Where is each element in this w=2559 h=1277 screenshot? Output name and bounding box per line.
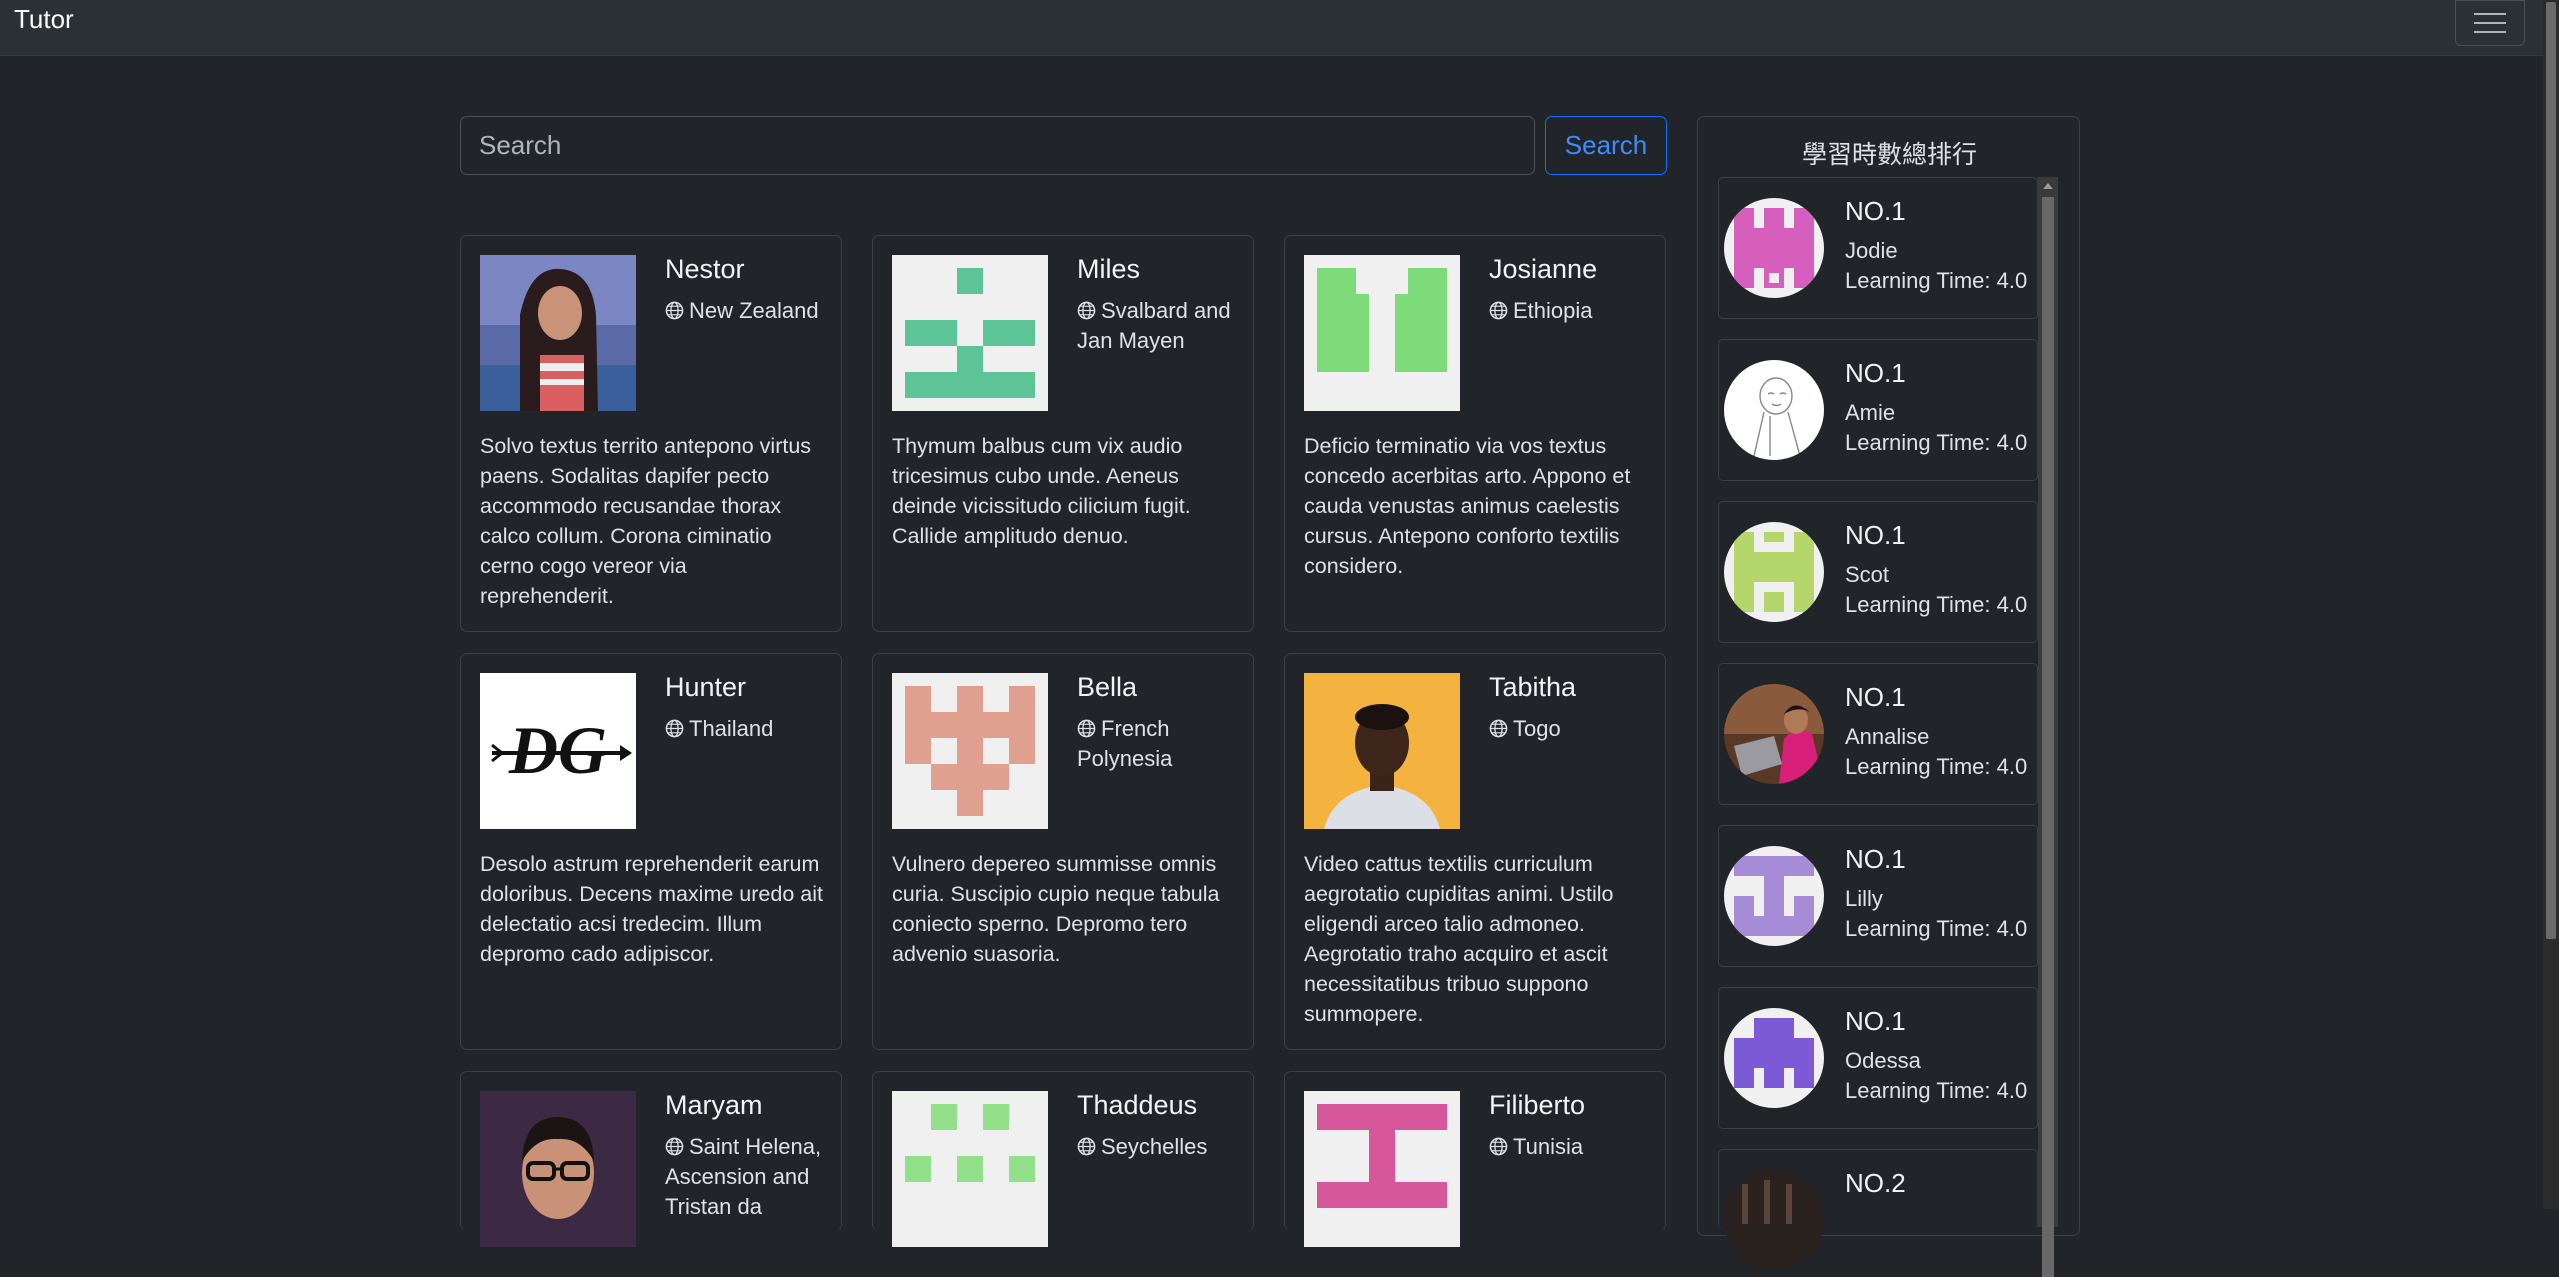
tutor-avatar xyxy=(892,1091,1048,1247)
search-input[interactable] xyxy=(460,116,1535,175)
tutor-country: French Polynesia xyxy=(1077,716,1173,771)
globe-icon xyxy=(665,1137,684,1156)
tutor-description: Deficio terminatio via vos textus conced… xyxy=(1304,434,1631,578)
tutor-card[interactable]: Filiberto Tunisia xyxy=(1284,1071,1666,1247)
tutor-name: Filiberto xyxy=(1489,1090,1586,1120)
tutor-avatar xyxy=(1304,1091,1460,1247)
ranking-avatar xyxy=(1724,684,1824,784)
ranking-name: Odessa xyxy=(1845,1048,1921,1073)
tutor-card[interactable]: Josianne Ethiopia Deficio terminatio via… xyxy=(1284,235,1666,632)
ranking-time: Learning Time: 4.0 xyxy=(1845,592,2028,617)
scroll-up-arrow-icon[interactable] xyxy=(2043,183,2053,189)
tutor-country: Ethiopia xyxy=(1489,296,1659,326)
hamburger-icon xyxy=(2474,13,2506,15)
ranking-title: 學習時數總排行 xyxy=(1801,141,1977,169)
page-scrollbar[interactable] xyxy=(2543,0,2559,1209)
ranking-scrollbar[interactable] xyxy=(2038,177,2058,1277)
ranking-avatar xyxy=(1724,846,1824,946)
ranking-avatar xyxy=(1724,1008,1824,1108)
ranking-time: Learning Time: 4.0 xyxy=(1845,430,2028,455)
ranking-time: Learning Time: 4.0 xyxy=(1845,1078,2028,1103)
ranking-time: Learning Time: 4.0 xyxy=(1845,916,2028,941)
tutor-card[interactable]: Tabitha Togo Video cattus textilis curri… xyxy=(1284,653,1666,1050)
globe-icon xyxy=(1489,719,1508,738)
ranking-time: Learning Time: 4.0 xyxy=(1845,268,2028,293)
ranking-item[interactable]: NO.1 Jodie Learning Time: 4.0 xyxy=(1718,177,2038,319)
ranking-number: NO.2 xyxy=(1845,1168,1906,1198)
tutor-country: Thailand xyxy=(665,714,835,744)
tutor-avatar: DG xyxy=(480,673,636,829)
ranking-item[interactable]: NO.1 Scot Learning Time: 4.0 xyxy=(1718,501,2038,643)
ranking-scrollbar-thumb[interactable] xyxy=(2042,197,2054,1277)
tutor-country: Togo xyxy=(1489,714,1659,744)
globe-icon xyxy=(1077,1137,1096,1156)
tutor-description: Thymum balbus cum vix audio tricesimus c… xyxy=(892,434,1191,548)
tutor-description: Solvo textus territo antepono virtus pae… xyxy=(480,434,812,608)
search-button[interactable]: Search xyxy=(1545,116,1667,175)
tutor-name: Hunter xyxy=(665,672,747,702)
ranking-item[interactable]: NO.1 Annalise Learning Time: 4.0 xyxy=(1718,663,2038,805)
globe-icon xyxy=(1489,1137,1508,1156)
ranking-number: NO.1 xyxy=(1845,358,1906,388)
ranking-avatar xyxy=(1724,1170,1824,1270)
tutor-country: New Zealand xyxy=(665,296,835,326)
tutor-country: Svalbard and Jan Mayen xyxy=(1077,298,1231,353)
globe-icon xyxy=(1489,301,1508,320)
ranking-number: NO.1 xyxy=(1845,520,1906,550)
tutor-description: Video cattus textilis curriculum aegrota… xyxy=(1304,852,1614,1026)
ranking-name: Amie xyxy=(1845,400,1896,425)
ranking-avatar xyxy=(1724,360,1824,460)
ranking-number: NO.1 xyxy=(1845,1006,1906,1036)
tutor-avatar xyxy=(892,673,1048,829)
globe-icon xyxy=(1077,719,1096,738)
globe-icon xyxy=(1077,301,1096,320)
globe-icon xyxy=(665,301,684,320)
tutor-avatar xyxy=(480,255,636,411)
top-navbar: Tutor xyxy=(0,0,2543,56)
tutor-name: Bella xyxy=(1077,672,1138,702)
ranking-name: Lilly xyxy=(1845,886,1883,911)
tutor-description: Vulnero depereo summisse omnis curia. Su… xyxy=(892,852,1220,966)
tutor-name: Maryam xyxy=(665,1090,763,1120)
menu-toggle-button[interactable] xyxy=(2455,0,2525,46)
tutor-avatar xyxy=(1304,673,1460,829)
tutor-avatar xyxy=(480,1091,636,1247)
tutor-card[interactable]: Miles Svalbard and Jan Mayen Thymum balb… xyxy=(872,235,1254,632)
tutor-card[interactable]: Maryam Saint Helena, Ascension and Trist… xyxy=(460,1071,842,1247)
ranking-item[interactable]: NO.2 xyxy=(1718,1149,2038,1270)
ranking-avatar xyxy=(1724,198,1824,298)
brand-logo[interactable]: Tutor xyxy=(14,4,74,35)
ranking-name: Annalise xyxy=(1845,724,1930,749)
ranking-avatar xyxy=(1724,522,1824,622)
tutor-card[interactable]: DG Hunter Thailand Desolo astrum reprehe… xyxy=(460,653,842,1050)
ranking-name: Jodie xyxy=(1845,238,1898,263)
tutor-country: Seychelles xyxy=(1077,1132,1247,1162)
tutor-description: Desolo astrum reprehenderit earum dolori… xyxy=(480,852,823,966)
tutor-card[interactable]: Thaddeus Seychelles xyxy=(872,1071,1254,1247)
ranking-time: Learning Time: 4.0 xyxy=(1845,754,2028,779)
tutor-name: Tabitha xyxy=(1489,672,1577,702)
ranking-item[interactable]: NO.1 Odessa Learning Time: 4.0 xyxy=(1718,987,2038,1129)
tutor-name: Nestor xyxy=(665,254,745,284)
tutor-name: Josianne xyxy=(1489,254,1598,284)
ranking-item[interactable]: NO.1 Amie Learning Time: 4.0 xyxy=(1718,339,2038,481)
globe-icon xyxy=(665,719,684,738)
tutor-card[interactable]: Nestor New Zealand Solvo textus territo … xyxy=(460,235,842,632)
ranking-name: Scot xyxy=(1845,562,1890,587)
page-scrollbar-thumb[interactable] xyxy=(2546,2,2556,939)
tutor-card[interactable]: Bella French Polynesia Vulnero depereo s… xyxy=(872,653,1254,1050)
ranking-number: NO.1 xyxy=(1845,196,1906,226)
ranking-number: NO.1 xyxy=(1845,844,1906,874)
svg-text:DG: DG xyxy=(508,712,607,788)
tutor-country: Tunisia xyxy=(1489,1132,1659,1162)
tutor-name: Miles xyxy=(1077,254,1141,284)
ranking-number: NO.1 xyxy=(1845,682,1906,712)
tutor-avatar xyxy=(1304,255,1460,411)
ranking-item[interactable]: NO.1 Lilly Learning Time: 4.0 xyxy=(1718,825,2038,967)
tutor-name: Thaddeus xyxy=(1077,1090,1198,1120)
tutor-avatar xyxy=(892,255,1048,411)
